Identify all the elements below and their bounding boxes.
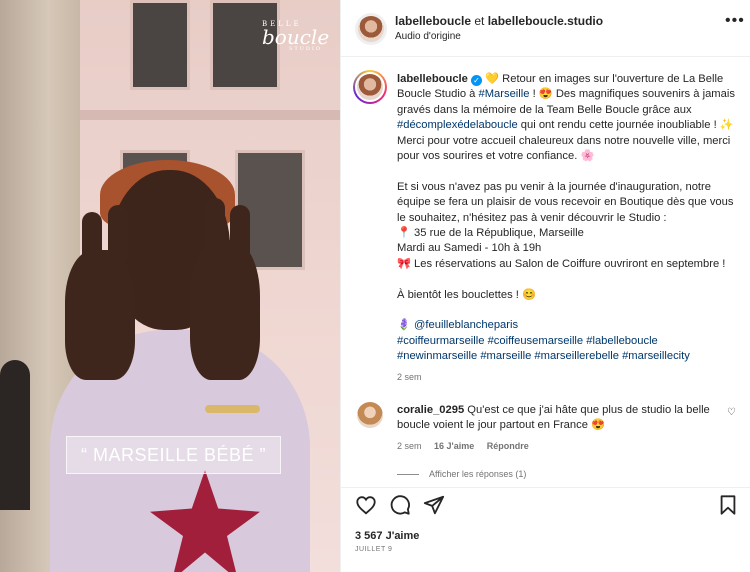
- post-date: JUILLET 9: [355, 546, 393, 553]
- view-replies-label: Afficher les réponses (1): [429, 469, 527, 479]
- caption-paragraph: Et si vous n'avez pas pu venir à la jour…: [397, 180, 734, 224]
- hashtag-link[interactable]: #décomplexédelaboucle: [397, 119, 518, 131]
- person-right-hand: [190, 240, 260, 380]
- heart-icon[interactable]: [355, 494, 377, 516]
- caption-reservations: 🎀 Les réservations au Salon de Coiffure …: [397, 257, 726, 270]
- caption-address: 📍 35 rue de la République, Marseille: [397, 227, 584, 240]
- comment-icon[interactable]: [389, 494, 411, 516]
- finger: [82, 212, 102, 272]
- background-person: [0, 360, 30, 510]
- building-ledge: [80, 110, 340, 120]
- view-replies-button[interactable]: Afficher les réponses (1): [397, 469, 526, 479]
- comment-meta: 2 sem 16 J'aime Répondre: [397, 441, 539, 451]
- hashtag-links[interactable]: #newinmarseille #marseille #marseillereb…: [397, 349, 737, 364]
- divider: [341, 487, 750, 488]
- likes-count[interactable]: 3 567 J'aime: [355, 530, 419, 542]
- commenter-avatar[interactable]: [357, 402, 383, 428]
- collaborator-username[interactable]: labelleboucle.studio: [488, 14, 603, 28]
- bracelet: [205, 405, 260, 413]
- collab-separator: et: [471, 14, 488, 28]
- finger: [230, 205, 250, 265]
- audio-link[interactable]: Audio d'origine: [395, 31, 461, 42]
- window: [130, 0, 190, 90]
- post-media[interactable]: BELLE boucle STUDIO “ MARSEILLE BÉBÉ ”: [0, 0, 340, 572]
- comment-author[interactable]: coralie_0295: [397, 404, 464, 416]
- author-avatar[interactable]: [357, 74, 383, 100]
- video-caption-overlay: “ MARSEILLE BÉBÉ ”: [66, 436, 282, 474]
- replies-dash: [397, 474, 419, 476]
- brand-logo-script: boucle: [262, 25, 330, 49]
- post-timestamp[interactable]: 2 sem: [397, 372, 422, 382]
- comment-likes[interactable]: 16 J'aime: [434, 441, 474, 451]
- caption-hours: Mardi au Samedi - 10h à 19h: [397, 242, 542, 255]
- comment-body: coralie_0295 Qu'est ce que j'ai hâte que…: [397, 403, 719, 434]
- hashtag-links[interactable]: #coiffeurmarseille #coiffeusemarseille #…: [397, 334, 737, 349]
- finger: [205, 198, 225, 258]
- caption-closing: À bientôt les bouclettes ! 😊: [397, 288, 536, 301]
- finger: [108, 205, 128, 265]
- divider: [341, 56, 750, 57]
- person-left-hand: [65, 250, 135, 380]
- share-icon[interactable]: [423, 494, 445, 516]
- brand-logo: BELLE boucle STUDIO: [262, 20, 330, 52]
- caption-author[interactable]: labelleboucle: [397, 73, 468, 85]
- header-avatar[interactable]: [358, 16, 384, 42]
- credit-icon: 🪻: [397, 319, 411, 332]
- comment-like-heart-icon[interactable]: ♡: [727, 407, 736, 418]
- reply-button[interactable]: Répondre: [487, 441, 529, 451]
- hashtag-link[interactable]: #Marseille: [478, 88, 529, 100]
- comment-timestamp[interactable]: 2 sem: [397, 441, 422, 451]
- owner-username[interactable]: labelleboucle: [395, 14, 471, 28]
- post-caption: labelleboucle ✓ 💛 Retour en images sur l…: [397, 72, 737, 365]
- more-horizontal-icon[interactable]: •••: [725, 12, 745, 30]
- header-accounts: labelleboucle et labelleboucle.studio: [395, 14, 603, 28]
- bookmark-icon[interactable]: [717, 494, 739, 516]
- post-side-panel: labelleboucle et labelleboucle.studio Au…: [340, 0, 750, 572]
- mention-link[interactable]: @feuilleblancheparis: [414, 319, 518, 331]
- verified-badge-icon: ✓: [471, 75, 482, 86]
